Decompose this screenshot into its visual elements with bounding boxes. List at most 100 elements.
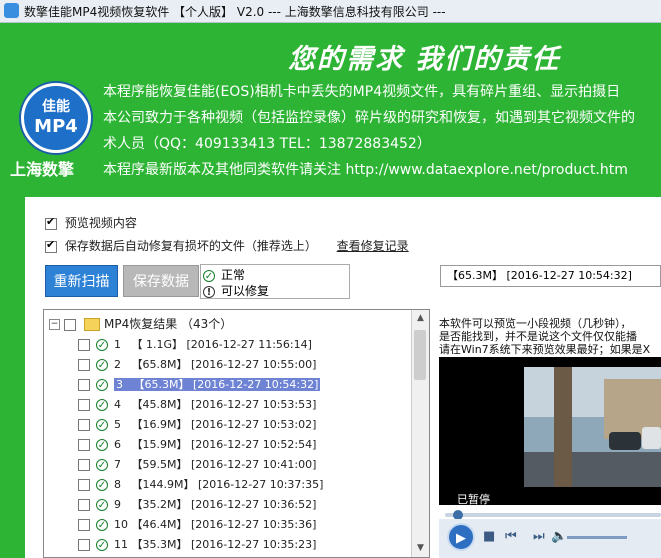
- row-size: 【45.8M】: [131, 398, 188, 411]
- row-time: [2016-12-27 10:35:23]: [190, 538, 317, 551]
- volume-slider[interactable]: [567, 536, 627, 539]
- previous-icon[interactable]: ⏮: [505, 529, 517, 544]
- rescan-button[interactable]: 重新扫描: [45, 265, 118, 297]
- check-icon: ✓: [96, 539, 108, 551]
- row-size: 【144.9M】: [131, 478, 195, 491]
- table-row[interactable]: ✓ 6 【15.9M】 [2016-12-27 10:52:54]: [78, 436, 316, 454]
- autofix-option[interactable]: 保存数据后自动修复有损坏的文件（推荐选上） 查看修复记录: [45, 237, 409, 254]
- scroll-thumb[interactable]: [414, 330, 426, 380]
- table-row[interactable]: ✓ 10 【46.4M】 [2016-12-27 10:35:36]: [78, 516, 316, 534]
- row-checkbox[interactable]: [78, 479, 90, 491]
- row-time: [2016-12-27 10:35:36]: [190, 518, 317, 531]
- row-number: 3: [116, 378, 123, 391]
- seek-bar[interactable]: [445, 510, 661, 520]
- row-size: 【15.9M】: [131, 438, 188, 451]
- table-row[interactable]: ✓ 1 【 1.1G】 [2016-12-27 11:56:14]: [78, 336, 312, 354]
- next-icon[interactable]: ⏭: [533, 529, 545, 544]
- row-text: 5 【16.9M】 [2016-12-27 10:53:02]: [114, 418, 316, 431]
- check-icon: ✓: [96, 479, 108, 491]
- row-checkbox[interactable]: [78, 459, 90, 471]
- folder-icon: [84, 318, 100, 331]
- video-player[interactable]: 已暂停: [439, 357, 661, 505]
- row-checkbox[interactable]: [78, 419, 90, 431]
- row-size: 【35.2M】: [131, 498, 188, 511]
- table-row[interactable]: ✓ 11 【35.3M】 [2016-12-27 10:35:23]: [78, 536, 316, 554]
- autofix-option-label: 保存数据后自动修复有损坏的文件（推荐选上）: [64, 239, 317, 253]
- row-checkbox[interactable]: [78, 539, 90, 551]
- table-row[interactable]: ✓ 4 【45.8M】 [2016-12-27 10:53:53]: [78, 396, 316, 414]
- logo-badge: 佳能 MP4: [21, 83, 91, 153]
- row-checkbox[interactable]: [78, 399, 90, 411]
- scroll-down-icon[interactable]: ▼: [412, 540, 429, 557]
- slogan: 您的需求 我们的责任: [288, 44, 561, 75]
- preview-desc-line-3: 请在Win7系统下来预览效果最好；如果是X: [439, 343, 651, 356]
- row-time: [2016-12-27 10:52:54]: [190, 438, 317, 451]
- volume-icon[interactable]: 🔈: [551, 529, 567, 544]
- info-line-1: 本程序能恢复佳能(EOS)相机卡中丢失的MP4视频文件，具有碎片重组、显示拍摄日: [103, 84, 621, 100]
- warning-icon: !: [203, 285, 215, 298]
- results-tree[interactable]: − MP4恢复结果 （43个） ✓ 1 【 1.1G】 [2016-12-27 11…: [43, 309, 430, 558]
- row-time: [2016-12-27 11:56:14]: [186, 338, 312, 351]
- row-text: 3 【65.3M】 [2016-12-27 10:54:32]: [114, 378, 321, 391]
- row-checkbox[interactable]: [78, 439, 90, 451]
- save-data-button[interactable]: 保存数据: [123, 265, 199, 297]
- table-row[interactable]: ✓ 9 【35.2M】 [2016-12-27 10:36:52]: [78, 496, 316, 514]
- row-size: 【46.4M】: [131, 518, 188, 531]
- row-text: 4 【45.8M】 [2016-12-27 10:53:53]: [114, 398, 316, 411]
- check-icon: ✓: [96, 399, 108, 411]
- check-icon: ✓: [96, 359, 108, 371]
- tree-root[interactable]: − MP4恢复结果 （43个）: [49, 315, 232, 332]
- stop-icon[interactable]: ■: [483, 529, 495, 544]
- view-log-link[interactable]: 查看修复记录: [337, 239, 409, 253]
- check-icon: ✓: [96, 439, 108, 451]
- legend-repairable-label: 可以修复: [221, 284, 270, 298]
- table-row[interactable]: ✓ 8 【144.9M】 [2016-12-27 10:37:35]: [78, 476, 323, 494]
- row-number: 6: [114, 438, 121, 451]
- scroll-up-icon[interactable]: ▲: [412, 310, 429, 327]
- row-time: [2016-12-27 10:36:52]: [190, 498, 317, 511]
- tree-root-label: MP4恢复结果 （43个）: [104, 317, 233, 331]
- table-row[interactable]: ✓ 7 【59.5M】 [2016-12-27 10:41:00]: [78, 456, 316, 474]
- row-size: 【65.8M】: [131, 358, 188, 371]
- row-time: [2016-12-27 10:41:00]: [190, 458, 317, 471]
- row-checkbox[interactable]: [78, 339, 90, 351]
- app-icon: [4, 3, 19, 18]
- check-icon: ✓: [96, 459, 108, 471]
- row-number: 2: [114, 358, 121, 371]
- play-icon[interactable]: ▶: [447, 523, 475, 551]
- window-title: 数擎佳能MP4视频恢复软件 【个人版】 V2.0 --- 上海数擎信息科技有限公…: [24, 5, 446, 19]
- row-size: 【59.5M】: [131, 458, 188, 471]
- check-icon: ✓: [96, 379, 108, 391]
- autofix-checkbox[interactable]: [45, 238, 57, 253]
- preview-desc-line-2: 是否能找到，并不是说这个文件仅仅能播: [439, 330, 637, 343]
- info-line-3: 术人员（QQ：409133413 TEL：13872883452）: [103, 136, 431, 152]
- header-banner: 您的需求 我们的责任 佳能 MP4 上海数擎 本程序能恢复佳能(EOS)相机卡中…: [0, 23, 661, 195]
- row-checkbox[interactable]: [78, 519, 90, 531]
- row-number: 1: [114, 338, 121, 351]
- row-checkbox[interactable]: [78, 379, 90, 391]
- status-legend: ✓ 正常 ! 可以修复: [200, 264, 350, 299]
- preview-checkbox[interactable]: [45, 215, 57, 230]
- row-number: 5: [114, 418, 121, 431]
- row-text: 8 【144.9M】 [2016-12-27 10:37:35]: [114, 478, 323, 491]
- check-icon: ✓: [96, 339, 108, 351]
- check-icon: ✓: [96, 499, 108, 511]
- preview-desc-line-1: 本软件可以预览一小段视频（几秒钟），: [439, 317, 632, 330]
- table-row[interactable]: ✓ 3 【65.3M】 [2016-12-27 10:54:32]: [78, 376, 321, 394]
- row-checkbox[interactable]: [78, 359, 90, 371]
- row-number: 8: [114, 478, 121, 491]
- collapse-icon[interactable]: −: [49, 319, 60, 330]
- check-icon: ✓: [96, 419, 108, 431]
- row-time: [2016-12-27 10:37:35]: [197, 478, 324, 491]
- root-checkbox[interactable]: [64, 318, 76, 331]
- row-number: 10: [114, 518, 128, 531]
- player-controls: ▶ ■ ⏮ ⏭ 🔈: [439, 519, 661, 558]
- row-time: [2016-12-27 10:53:53]: [190, 398, 317, 411]
- preview-option[interactable]: 预览视频内容: [45, 214, 137, 231]
- logo-line2: MP4: [34, 116, 78, 137]
- row-number: 7: [114, 458, 121, 471]
- table-row[interactable]: ✓ 5 【16.9M】 [2016-12-27 10:53:02]: [78, 416, 316, 434]
- row-checkbox[interactable]: [78, 499, 90, 511]
- tree-scrollbar[interactable]: ▲ ▼: [411, 310, 429, 557]
- table-row[interactable]: ✓ 2 【65.8M】 [2016-12-27 10:55:00]: [78, 356, 316, 374]
